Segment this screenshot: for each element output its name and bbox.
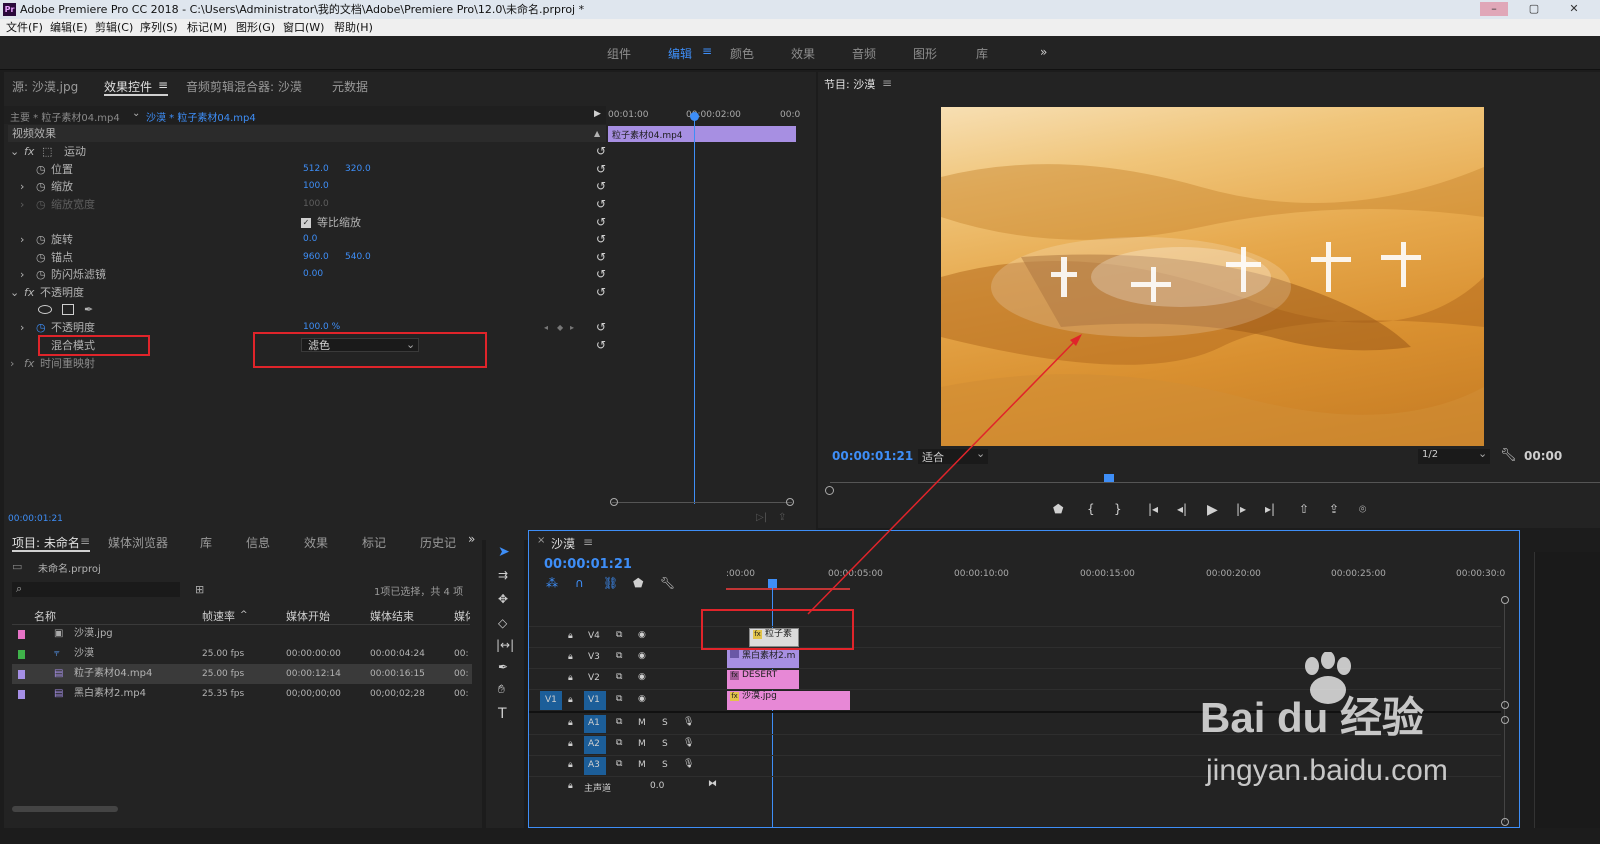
baidu-watermark: Bai du 经验 jingyan.baidu.com bbox=[1200, 650, 1500, 800]
watermark-brand: Bai du 经验 bbox=[1200, 694, 1425, 741]
watermark-url: jingyan.baidu.com bbox=[1206, 754, 1448, 787]
